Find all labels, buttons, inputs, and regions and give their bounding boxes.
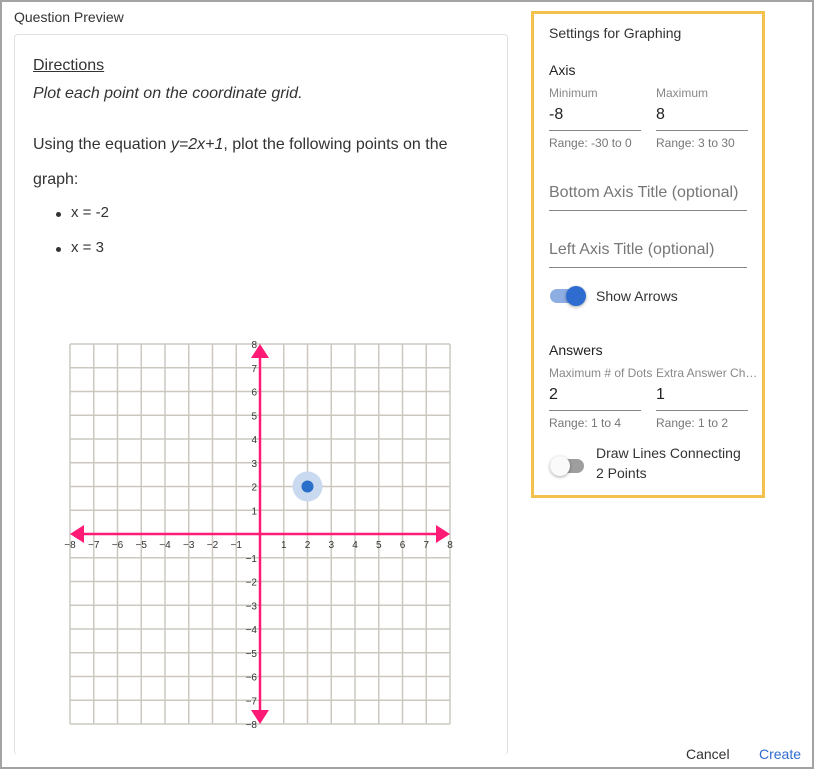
y-tick-label: 1 [251, 506, 257, 517]
y-tick-label: −8 [246, 720, 258, 731]
minimum-field: Minimum Range: -30 to 0 [549, 86, 641, 150]
x-tick-label: 4 [352, 540, 358, 551]
answers-section-label: Answers [549, 342, 603, 358]
x-tick-label: 7 [423, 540, 429, 551]
y-tick-label: 2 [251, 483, 257, 494]
x-tick-label: 3 [328, 540, 334, 551]
x-tick-label: −6 [112, 540, 124, 551]
settings-panel: Settings for Graphing Axis Minimum Range… [531, 11, 765, 498]
draw-lines-label: Draw Lines Connecting 2 Points [596, 443, 741, 483]
max-dots-hint: Range: 1 to 4 [549, 416, 622, 430]
draw-lines-toggle[interactable] [550, 456, 586, 476]
minimum-hint: Range: -30 to 0 [549, 136, 632, 150]
x-tick-label: −8 [64, 540, 76, 551]
axis-section-label: Axis [549, 62, 576, 78]
show-arrows-toggle[interactable] [550, 286, 586, 306]
minimum-input[interactable] [549, 102, 641, 131]
x-tick-label: 6 [400, 540, 406, 551]
draw-lines-label-line1: Draw Lines Connecting [596, 445, 741, 461]
maximum-input[interactable] [656, 102, 748, 131]
max-dots-label: Maximum # of Dots [549, 366, 653, 380]
x-tick-label: −2 [207, 540, 219, 551]
left-axis-title-input[interactable] [549, 237, 747, 268]
draw-lines-label-line2: 2 Points [596, 465, 647, 481]
show-arrows-label: Show Arrows [596, 288, 678, 304]
y-tick-label: −3 [246, 601, 258, 612]
y-tick-label: −1 [246, 554, 258, 565]
y-tick-label: 4 [251, 435, 257, 446]
extra-choices-field: Extra Answer Choices Range: 1 to 2 [656, 366, 762, 430]
maximum-label: Maximum [656, 86, 709, 100]
x-tick-label: −4 [159, 540, 171, 551]
x-tick-label: 5 [376, 540, 382, 551]
extra-choices-hint: Range: 1 to 2 [656, 416, 729, 430]
maximum-field: Maximum Range: 3 to 30 [656, 86, 748, 150]
cancel-button[interactable]: Cancel [686, 746, 730, 762]
y-tick-label: 5 [251, 411, 257, 422]
settings-title: Settings for Graphing [549, 25, 682, 41]
y-tick-label: 6 [251, 388, 257, 399]
max-dots-input[interactable] [549, 382, 641, 411]
extra-choices-input[interactable] [656, 382, 748, 411]
bottom-axis-title-input[interactable] [549, 180, 747, 211]
x-tick-label: 8 [447, 540, 453, 551]
dialog-window: Question Preview Directions Plot each po… [0, 0, 814, 769]
maximum-hint: Range: 3 to 30 [656, 136, 735, 150]
y-tick-label: −6 [246, 673, 258, 684]
toggle-thumb [550, 456, 570, 476]
max-dots-field: Maximum # of Dots Range: 1 to 4 [549, 366, 653, 430]
x-tick-label: 1 [281, 540, 287, 551]
toggle-thumb [566, 286, 586, 306]
y-tick-label: 3 [251, 459, 257, 470]
x-tick-label: −7 [88, 540, 100, 551]
x-tick-label: −1 [231, 540, 243, 551]
x-tick-label: 2 [305, 540, 311, 551]
extra-choices-label: Extra Answer Choices [656, 366, 762, 380]
y-tick-label: −5 [246, 649, 258, 660]
create-button[interactable]: Create [759, 746, 801, 762]
y-tick-label: −2 [246, 578, 258, 589]
minimum-label: Minimum [549, 86, 598, 100]
x-tick-label: −3 [183, 540, 195, 551]
y-tick-label: 8 [251, 340, 257, 351]
x-tick-label: −5 [136, 540, 148, 551]
y-tick-label: −4 [246, 625, 258, 636]
plotted-point[interactable] [301, 480, 314, 493]
y-tick-label: 7 [251, 364, 257, 375]
y-tick-label: −7 [246, 696, 258, 707]
